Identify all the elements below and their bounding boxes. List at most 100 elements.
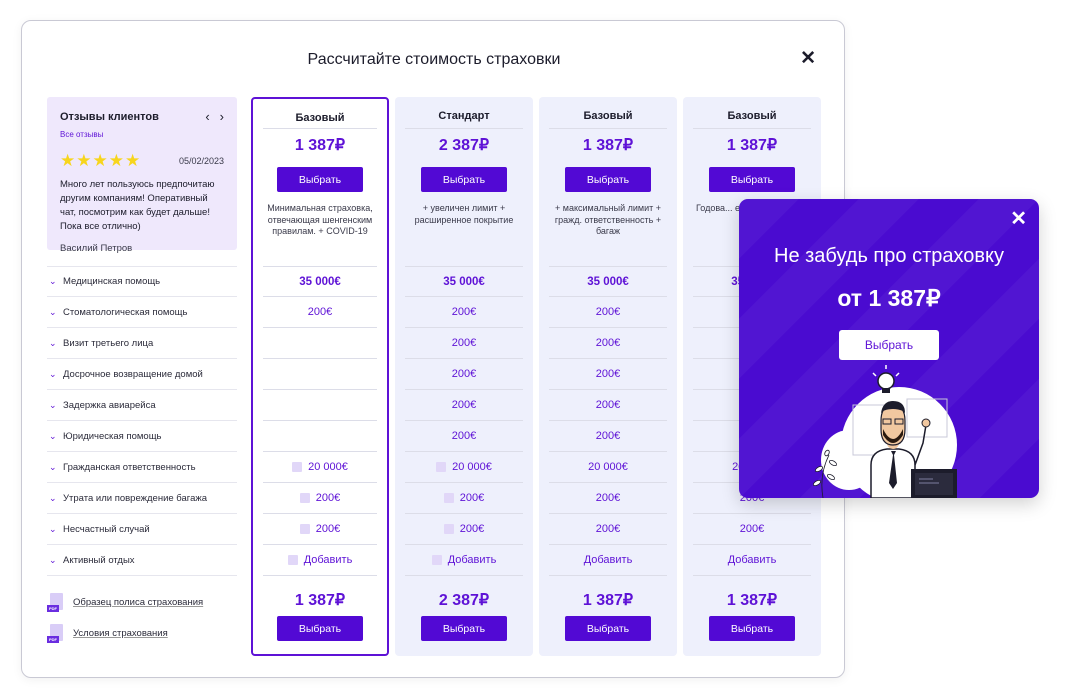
plan-name: Базовый [583, 110, 633, 122]
coverage-value: 200€ [405, 359, 523, 390]
coverage-value: 200€ [549, 328, 667, 359]
select-plan-bottom-button[interactable]: Выбрать [565, 616, 651, 641]
coverage-value: 200€ [549, 483, 667, 514]
review-text: Много лет пользуюсь предпочитаю другим к… [60, 179, 215, 232]
coverage-row[interactable]: ⌄ Визит третьего лица [47, 328, 237, 359]
coverage-row[interactable]: ⌄ Задержка авиарейса [47, 390, 237, 421]
coverage-label: Досрочное возвращение домой [63, 368, 203, 380]
all-reviews-link[interactable]: Все отзывы [60, 130, 103, 139]
coverage-value: 200€ [549, 359, 667, 390]
coverage-value: Добавить [263, 545, 377, 576]
coverage-label: Гражданская ответственность [63, 461, 196, 473]
checkbox[interactable] [299, 524, 310, 534]
chevron-down-icon: ⌄ [49, 554, 57, 565]
plan-name: Базовый [727, 110, 777, 122]
coverage-row[interactable]: ⌄ Гражданская ответственность [47, 452, 237, 483]
coverage-row[interactable]: ⌄ Активный отдых [47, 545, 237, 576]
coverage-value: 200€ [405, 390, 523, 421]
coverage-value: 35 000€ [263, 266, 377, 297]
man-with-lightbulb-illustration [812, 365, 957, 498]
chevron-left-icon[interactable]: ‹ [205, 109, 209, 124]
plan-price: 1 387₽ [582, 137, 634, 154]
chevron-down-icon: ⌄ [49, 399, 57, 410]
coverage-value: Добавить [549, 545, 667, 576]
plan-bottom-price: 1 387₽ [294, 592, 346, 609]
coverage-value [263, 390, 377, 421]
document-link[interactable]: PDF Образец полиса страхования [47, 587, 203, 618]
close-icon[interactable]: ✕ [1010, 209, 1027, 229]
coverage-row[interactable]: ⌄ Юридическая помощь [47, 421, 237, 452]
close-icon[interactable]: ✕ [800, 49, 816, 68]
plan-bottom-price: 1 387₽ [726, 592, 778, 609]
popup-price: от 1 387₽ [837, 285, 941, 311]
star-rating: ★★★★★ [60, 151, 142, 170]
plan-bottom-price: 2 387₽ [438, 592, 490, 609]
pdf-icon: PDF [47, 623, 65, 644]
chevron-right-icon[interactable]: › [220, 109, 224, 124]
plan-bottom-price: 1 387₽ [582, 592, 634, 609]
chevron-down-icon: ⌄ [49, 492, 57, 503]
plan-column: Базовый 1 387₽ Выбрать Минимальная страховк… [251, 97, 389, 656]
checkbox[interactable] [436, 462, 447, 472]
coverage-value: 200€ [263, 514, 377, 545]
popup-select-button[interactable]: Выбрать [839, 330, 939, 360]
document-label[interactable]: Образец полиса страхования [73, 597, 203, 608]
select-plan-button[interactable]: Выбрать [277, 167, 363, 192]
checkbox[interactable] [431, 555, 442, 565]
coverage-label: Стоматологическая помощь [63, 306, 188, 318]
coverage-value: 200€ [549, 390, 667, 421]
coverage-value: 20 000€ [549, 452, 667, 483]
coverage-label: Визит третьего лица [63, 337, 154, 349]
chevron-down-icon: ⌄ [49, 430, 57, 441]
coverage-row[interactable]: ⌄ Медицинская помощь [47, 266, 237, 297]
coverage-value: 200€ [405, 514, 523, 545]
document-link[interactable]: PDF Условия страхования [47, 618, 203, 649]
coverage-row[interactable]: ⌄ Досрочное возвращение домой [47, 359, 237, 390]
coverage-value [263, 359, 377, 390]
coverage-row[interactable]: ⌄ Стоматологическая помощь [47, 297, 237, 328]
checkbox[interactable] [292, 462, 303, 472]
coverage-value: 200€ [549, 297, 667, 328]
modal-title: Рассчитайте стоимость страховки [307, 51, 561, 68]
chevron-down-icon: ⌄ [49, 523, 57, 534]
coverage-value: 20 000€ [263, 452, 377, 483]
coverage-value: 35 000€ [405, 266, 523, 297]
document-label[interactable]: Условия страхования [73, 628, 168, 639]
select-plan-button[interactable]: Выбрать [709, 167, 795, 192]
select-plan-bottom-button[interactable]: Выбрать [709, 616, 795, 641]
coverage-label: Юридическая помощь [63, 430, 162, 442]
select-plan-bottom-button[interactable]: Выбрать [277, 616, 363, 641]
chevron-down-icon: ⌄ [49, 306, 57, 317]
coverage-row[interactable]: ⌄ Утрата или повреждение багажа [47, 483, 237, 514]
coverage-list: ⌄ Медицинская помощь ⌄ Стоматологическая по… [47, 266, 237, 576]
review-date: 05/02/2023 [178, 156, 224, 166]
coverage-value: Добавить [693, 545, 811, 576]
coverage-value [263, 421, 377, 452]
popup-title: Не забудь про страховку [774, 245, 1004, 267]
coverage-value: 200€ [549, 514, 667, 545]
coverage-value: 200€ [263, 483, 377, 514]
coverage-row[interactable]: ⌄ Несчастный случай [47, 514, 237, 545]
select-plan-button[interactable]: Выбрать [421, 167, 507, 192]
checkbox[interactable] [443, 524, 454, 534]
coverage-label: Задержка авиарейса [63, 399, 156, 411]
select-plan-button[interactable]: Выбрать [565, 167, 651, 192]
plan-price: 2 387₽ [438, 137, 490, 154]
plan-name: Базовый [295, 112, 345, 124]
pdf-icon: PDF [47, 592, 65, 613]
checkbox[interactable] [299, 493, 310, 503]
checkbox[interactable] [287, 555, 298, 565]
select-plan-bottom-button[interactable]: Выбрать [421, 616, 507, 641]
coverage-value: 200€ [263, 297, 377, 328]
reviews-card: Отзывы клиентов ‹ › Все отзывы ★★★★★ 05/… [47, 97, 237, 254]
plan-description: Минимальная страховка, отвечающая шенген… [267, 203, 373, 236]
plan-name: Стандарт [438, 110, 490, 122]
coverage-value: 200€ [405, 421, 523, 452]
plan-price: 1 387₽ [294, 137, 346, 154]
reminder-popup: ✕ Не забудь про страховку от 1 387₽ Выбр… [739, 199, 1039, 498]
coverage-value: 20 000€ [405, 452, 523, 483]
checkbox[interactable] [443, 493, 454, 503]
plan-description: + увеличен лимит + расширенное покрытие [414, 203, 514, 225]
chevron-down-icon: ⌄ [49, 461, 57, 472]
reviews-title: Отзывы клиентов [60, 110, 159, 123]
